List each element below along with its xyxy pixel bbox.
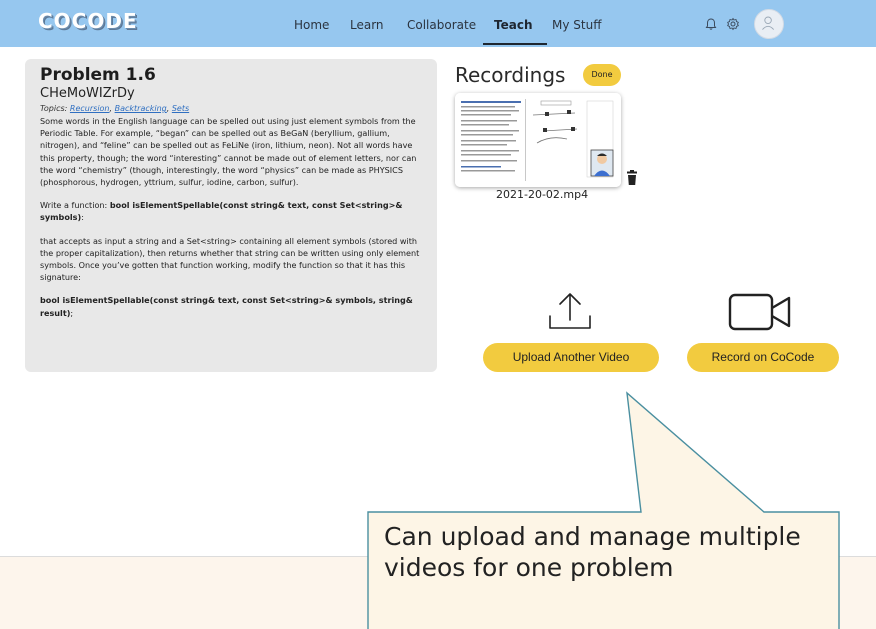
topic-link-sets[interactable]: Sets: [172, 104, 189, 113]
problem-description: Some words in the English language can b…: [40, 115, 421, 319]
logo[interactable]: COCODE: [38, 9, 138, 33]
avatar[interactable]: [754, 9, 784, 39]
text-span: ;: [70, 307, 74, 318]
text-span: Write a function:: [40, 200, 110, 211]
video-thumbnail[interactable]: [455, 93, 621, 187]
trash-icon[interactable]: [625, 170, 639, 186]
gear-icon[interactable]: [726, 17, 740, 31]
text-span: :: [81, 212, 84, 223]
problem-panel: Problem 1.6 CHeMoWIZrDy Topics: Recursio…: [25, 59, 437, 372]
record-on-cocode-button[interactable]: Record on CoCode: [687, 343, 839, 372]
recordings-title: Recordings: [455, 63, 566, 87]
nav-home[interactable]: Home: [294, 18, 329, 32]
nav-learn[interactable]: Learn: [350, 18, 384, 32]
problem-code: CHeMoWIZrDy: [40, 86, 135, 101]
nav-collaborate[interactable]: Collaborate: [407, 18, 476, 32]
page: COCODE Home Learn Collaborate Teach My S…: [0, 0, 876, 629]
topic-link-backtracking[interactable]: Backtracking: [115, 104, 167, 113]
problem-paragraph: Write a function: bool isElementSpellabl…: [40, 199, 421, 223]
function-signature: bool isElementSpellable(const string& te…: [40, 295, 413, 318]
upload-icon[interactable]: [546, 290, 594, 334]
bell-icon[interactable]: [704, 17, 718, 31]
problem-paragraph: bool isElementSpellable(const string& te…: [40, 294, 421, 318]
top-nav: COCODE Home Learn Collaborate Teach My S…: [0, 0, 876, 47]
callout-text: Can upload and manage multiple videos fo…: [384, 522, 801, 582]
problem-title: Problem 1.6: [40, 65, 156, 85]
nav-teach[interactable]: Teach: [494, 18, 532, 32]
problem-paragraph: Some words in the English language can b…: [40, 116, 417, 188]
video-camera-icon[interactable]: [728, 290, 792, 334]
done-button[interactable]: Done: [583, 64, 621, 86]
topics-label: Topics:: [40, 104, 68, 113]
problem-topics: Topics: Recursion, Backtracking, Sets: [40, 104, 190, 113]
upload-another-video-button[interactable]: Upload Another Video: [483, 343, 659, 372]
user-icon: [762, 16, 775, 30]
topic-link-recursion[interactable]: Recursion: [70, 104, 110, 113]
video-file-name: 2021-20-02.mp4: [496, 188, 589, 201]
active-tab-underline: [483, 43, 547, 45]
video-preview-icon: [455, 93, 621, 187]
problem-paragraph: that accepts as input a string and a Set…: [40, 235, 420, 283]
nav-my-stuff[interactable]: My Stuff: [552, 18, 601, 32]
